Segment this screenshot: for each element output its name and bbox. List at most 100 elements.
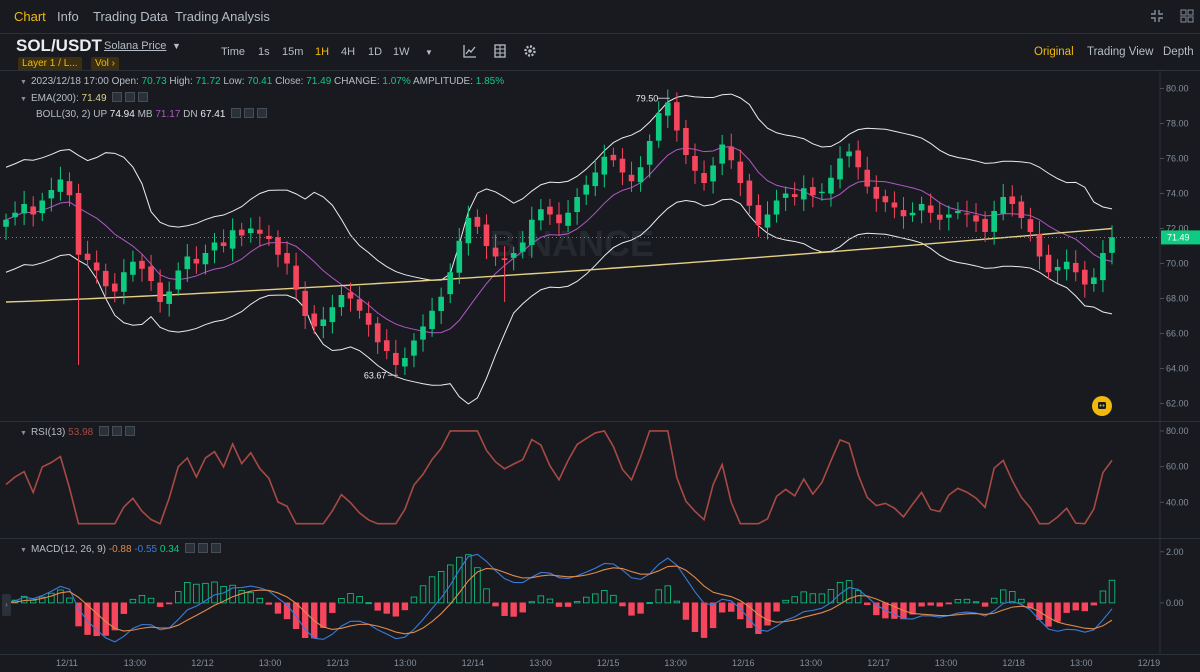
time-axis-label: 12/16 [732, 658, 755, 668]
candle-body [483, 224, 490, 246]
candle-body [728, 146, 735, 161]
interval-1s[interactable]: 1s [258, 46, 270, 58]
macd-histogram-bar [175, 591, 182, 604]
candle-body [655, 113, 662, 141]
view-depth[interactable]: Depth [1163, 46, 1194, 58]
macd-histogram-bar [474, 567, 481, 604]
macd-axis-label: 0.00 [1166, 598, 1184, 608]
interval-1h[interactable]: 1H [315, 46, 329, 58]
macd-histogram-bar [129, 598, 137, 604]
time-axis-label: 13:00 [799, 658, 823, 668]
candle-body [229, 230, 236, 249]
price-axis-label: 76.00 [1166, 154, 1189, 164]
macd-histogram-bar [1018, 598, 1025, 604]
macd-histogram-bar [555, 602, 563, 607]
candle-body [574, 197, 580, 213]
category-tag[interactable]: Layer 1 / L... [18, 57, 82, 71]
interval-4h[interactable]: 4H [341, 46, 355, 58]
candle-body [982, 218, 988, 232]
macd-histogram-bar [57, 589, 64, 604]
template-icon[interactable] [494, 44, 506, 63]
macd-histogram-bar [211, 581, 218, 604]
price-chart[interactable]: 80.0078.0076.0074.0072.0070.0068.0066.00… [0, 71, 1200, 421]
collapse-icon[interactable] [1150, 9, 1164, 28]
macd-histogram-bar [1090, 602, 1098, 606]
macd-histogram-bar [682, 602, 690, 620]
macd-histogram-bar [691, 602, 699, 633]
macd-histogram-bar [256, 597, 264, 604]
rsi-chart[interactable]: 80.00 60.00 40.00 [0, 422, 1200, 538]
macd-histogram-bar [401, 602, 409, 611]
candle-body [864, 169, 871, 187]
macd-histogram-bar [93, 602, 100, 637]
view-trading-view[interactable]: Trading View [1087, 46, 1153, 58]
grid-layout-icon[interactable] [1180, 9, 1194, 28]
time-axis-label: 12/18 [1002, 658, 1025, 668]
interval-15m[interactable]: 15m [282, 46, 303, 58]
candle-body [619, 158, 626, 173]
candle-body [664, 102, 671, 116]
symbol-dropdown-icon[interactable]: ▼ [172, 41, 181, 51]
candle-body [211, 242, 218, 251]
candle-body [247, 228, 254, 234]
macd-histogram-bar [147, 597, 155, 604]
macd-histogram-bar [447, 564, 454, 604]
macd-histogram-bar [592, 593, 599, 604]
macd-histogram-bar [301, 602, 309, 639]
macd-histogram-bar [138, 595, 146, 604]
macd-histogram-bar [510, 602, 517, 617]
candle-body [3, 219, 9, 227]
candle-body [637, 167, 644, 183]
candle-body [220, 242, 227, 246]
candle-body [882, 196, 889, 203]
interval-1w[interactable]: 1W [393, 46, 410, 58]
price-axis-label: 78.00 [1166, 119, 1189, 129]
tab-trading-analysis[interactable]: Trading Analysis [175, 9, 270, 24]
indicator-icon[interactable] [463, 44, 477, 63]
macd-histogram-bar [428, 576, 436, 604]
settings-gear-icon[interactable] [523, 44, 537, 63]
more-intervals-icon[interactable]: ▼ [425, 48, 433, 57]
macd-histogram-bar [709, 602, 717, 629]
macd-histogram-bar [501, 602, 508, 616]
candle-body [955, 211, 961, 214]
price-axis-label: 66.00 [1166, 329, 1189, 339]
macd-histogram-bar [1054, 602, 1061, 622]
candle-body [39, 200, 46, 214]
candle-body [800, 188, 807, 200]
macd-histogram-bar [791, 596, 798, 604]
symbol-subname[interactable]: Solana Price [104, 40, 166, 52]
macd-histogram-bar [184, 581, 191, 604]
candle-body [1109, 237, 1115, 253]
interval-time[interactable]: Time [221, 46, 245, 58]
view-original[interactable]: Original [1034, 46, 1074, 58]
interval-1d[interactable]: 1D [368, 46, 382, 58]
candle-body [184, 256, 191, 270]
chat-icon [1098, 402, 1106, 409]
macd-histogram-bar [238, 590, 245, 604]
macd-histogram-bar [193, 583, 200, 604]
tab-info[interactable]: Info [57, 9, 79, 24]
candle-body [964, 213, 970, 215]
time-axis-label: 13:00 [394, 658, 417, 668]
candle-body [374, 323, 381, 343]
candle-body [284, 253, 290, 264]
expand-left-handle[interactable]: › [2, 594, 11, 616]
macd-histogram-bar [492, 602, 499, 607]
vol-tag[interactable]: Vol › [91, 57, 120, 71]
candle-body [338, 295, 345, 308]
macd-histogram-bar [990, 597, 998, 604]
macd-histogram-bar [274, 602, 282, 614]
ai-assistant-button[interactable] [1092, 396, 1112, 416]
macd-chart[interactable]: 2.00 0.00 [0, 539, 1200, 654]
candle-body [519, 242, 526, 252]
macd-histogram-bar [483, 588, 490, 604]
macd-histogram-bar [338, 598, 345, 604]
macd-histogram-bar [1000, 589, 1007, 604]
candle-body [365, 313, 372, 325]
tab-chart[interactable]: Chart [14, 9, 46, 24]
macd-histogram-bar [673, 600, 681, 604]
tab-trading-data[interactable]: Trading Data [93, 9, 168, 24]
candle-body [674, 102, 680, 131]
candle-body [991, 211, 997, 232]
